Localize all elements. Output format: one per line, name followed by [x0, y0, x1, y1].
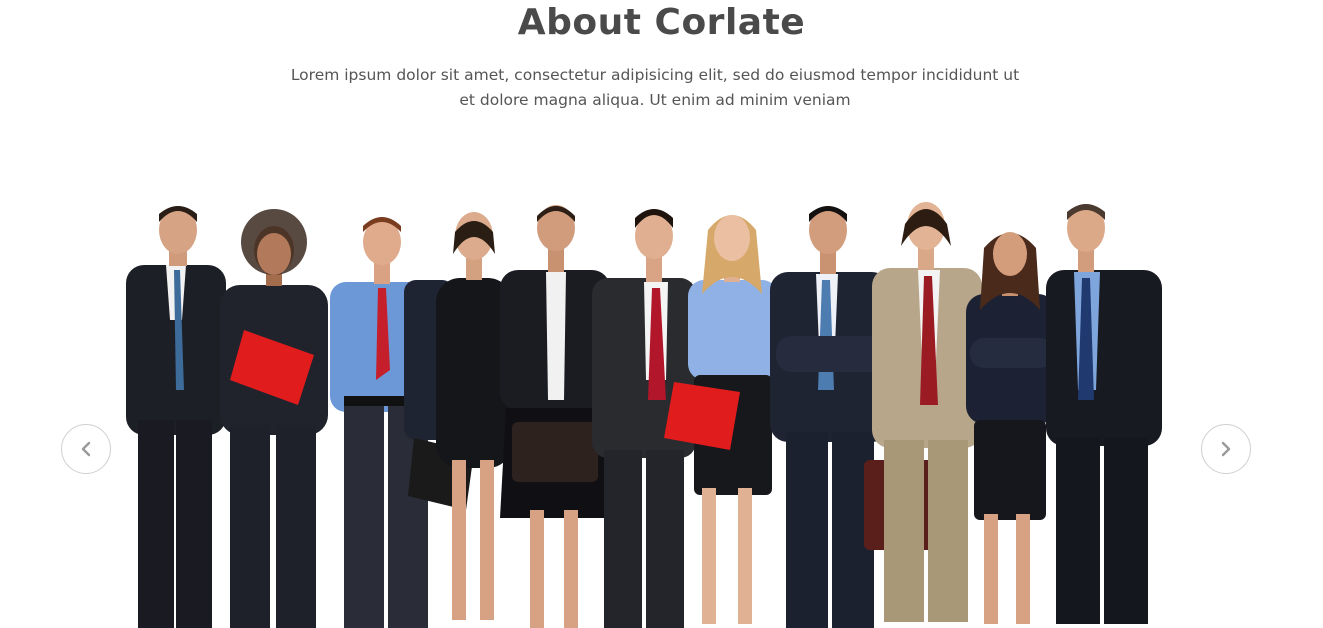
- chevron-left-icon: [79, 441, 93, 457]
- person-figure: [1046, 204, 1162, 624]
- section-title: About Corlate: [517, 2, 806, 43]
- business-team-image: [118, 170, 1168, 628]
- slider-next-button[interactable]: [1201, 424, 1251, 474]
- slider-prev-button[interactable]: [61, 424, 111, 474]
- person-figure: [872, 202, 982, 622]
- team-image-slider: [0, 170, 1323, 628]
- chevron-right-icon: [1219, 441, 1233, 457]
- person-figure: [220, 209, 328, 628]
- section-description: Lorem ipsum dolor sit amet, consectetur …: [290, 66, 1020, 109]
- person-figure: [436, 212, 512, 620]
- person-figure: [126, 206, 226, 628]
